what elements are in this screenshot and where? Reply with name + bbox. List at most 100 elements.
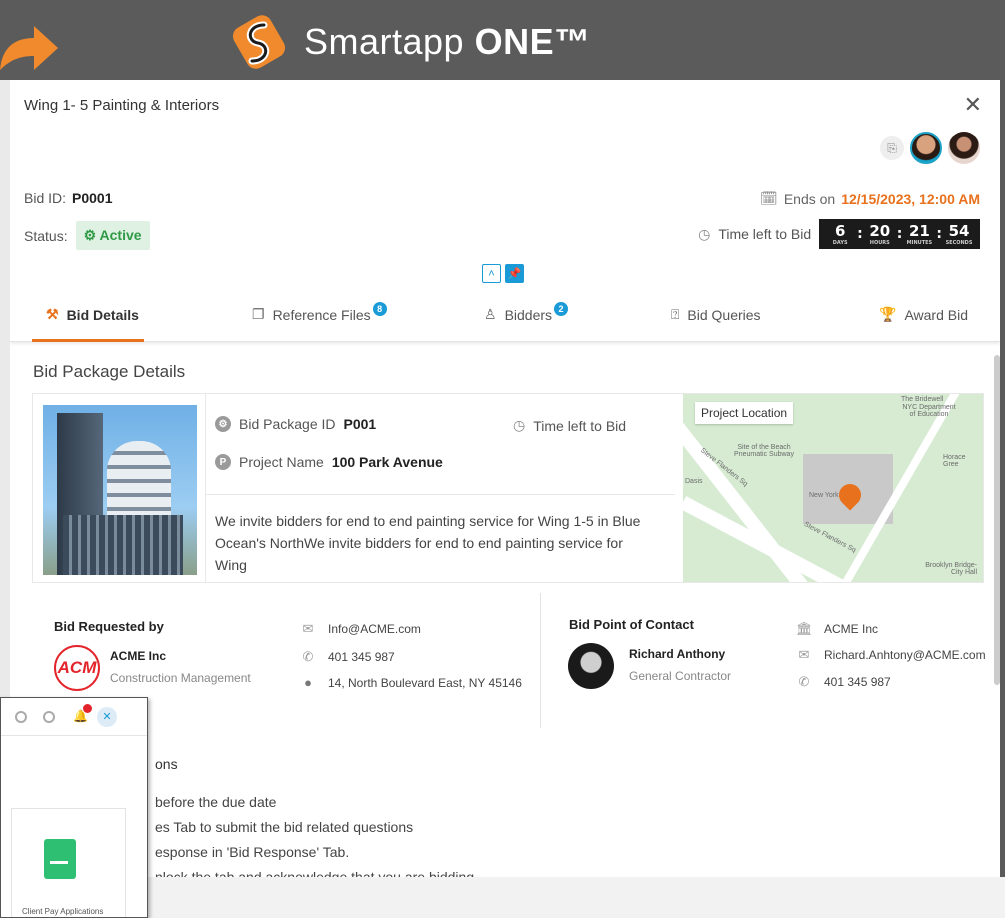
requested-by-heading: Bid Requested by	[54, 619, 164, 634]
company-logo: ACM	[54, 645, 100, 691]
tab-bid-queries[interactable]: ⍰ Bid Queries	[671, 306, 761, 323]
contact-name: Richard Anthony	[629, 647, 726, 661]
building-icon: 🏛	[796, 621, 813, 636]
map-text: Brooklyn Bridge-City Hall	[925, 562, 977, 576]
phone-icon: ✆	[302, 649, 314, 664]
app-card[interactable]: Client Pay Applications	[11, 808, 126, 917]
separator: :	[936, 226, 942, 242]
gears-icon: ⚙	[83, 227, 100, 243]
map-text: The Bridewell	[901, 396, 944, 403]
ends-on: 🗓 Ends on 12/15/2023, 12:00 AM	[760, 190, 980, 207]
panel-toolbar: 🔔 ✕	[1, 698, 147, 736]
countdown-seconds: 54 SECONDS	[944, 221, 974, 246]
package-time-left: ◷ Time left to Bid	[513, 417, 626, 434]
user-icon: ♙	[484, 306, 497, 322]
map-text: Dasis	[685, 478, 703, 485]
clock-icon: ◷	[698, 225, 711, 242]
instructions-heading: ons	[155, 756, 178, 772]
bid-id-value: P0001	[72, 190, 113, 206]
brand-name: Smartapp ONE™	[304, 21, 591, 63]
headset-icon[interactable]	[15, 711, 27, 723]
chevron-up-icon[interactable]: ˄	[482, 264, 501, 283]
section-title: Bid Package Details	[33, 362, 186, 381]
project-p-icon: P	[215, 454, 231, 470]
description-line: Ocean's NorthWe invite bidders for end t…	[215, 535, 623, 573]
hours-value: 20	[869, 221, 891, 240]
avatar[interactable]	[948, 132, 980, 164]
bid-parties: Bid Requested by ACM ACME Inc Constructi…	[32, 583, 986, 728]
share-icon[interactable]: ⎘	[880, 136, 904, 160]
modal-title: Wing 1- 5 Painting & Interiors	[24, 97, 220, 114]
phone-text: 401 345 987	[824, 675, 891, 689]
minutes-label: MINUTES	[906, 239, 933, 246]
top-banner: Smartapp ONE™	[0, 0, 1005, 80]
status-label: Status:	[24, 227, 68, 244]
contact-heading: Bid Point of Contact	[569, 617, 694, 632]
map-text: NYC Department of Education	[902, 404, 956, 418]
scrollbar[interactable]	[994, 355, 1000, 685]
address-text: 14, North Boulevard East, NY 45146	[328, 675, 522, 690]
app-card-label: Client Pay Applications	[22, 907, 104, 916]
avatar[interactable]	[910, 132, 942, 164]
tab-reference-files[interactable]: ❐ Reference Files 8	[252, 301, 387, 323]
contact-phone: ✆ 401 345 987	[796, 674, 891, 690]
question-icon: ⍰	[671, 306, 680, 322]
tab-bid-details[interactable]: ⚒ Bid Details	[46, 306, 139, 323]
tab-award-bid[interactable]: 🏆 Award Bid	[879, 306, 968, 323]
project-image	[43, 405, 197, 575]
days-label: DAYS	[832, 239, 848, 246]
close-icon[interactable]: ✕	[964, 92, 982, 118]
map-text: New York	[809, 492, 839, 499]
tools-icon[interactable]: ✕	[97, 707, 117, 727]
help-icon[interactable]	[43, 711, 55, 723]
countdown-days: 6 DAYS	[825, 221, 855, 246]
tab-label: Bid Details	[66, 306, 139, 323]
map-text: Steve Flanders Sq	[802, 520, 857, 555]
brand-name-regular: Smartapp	[304, 21, 465, 62]
location-icon: ●	[304, 675, 312, 690]
document-icon	[44, 839, 76, 879]
bid-id-label: Bid ID:	[24, 190, 67, 206]
bid-id: Bid ID: P0001	[24, 190, 113, 206]
tab-label: Reference Files	[272, 306, 371, 323]
tab-label: Award Bid	[904, 306, 968, 323]
seconds-value: 54	[948, 221, 970, 240]
tab-label: Bidders	[504, 306, 553, 323]
divider	[540, 593, 541, 728]
company-text: ACME Inc	[824, 622, 879, 636]
requester-email: ✉ Info@ACME.com	[300, 621, 421, 637]
participants: ⎘	[880, 132, 980, 164]
requester-company: ACME Inc	[110, 649, 167, 663]
pin-icon[interactable]: 📌	[505, 264, 524, 283]
email-text: Info@ACME.com	[328, 622, 421, 636]
package-id-label: Bid Package ID	[239, 416, 336, 432]
days-value: 6	[834, 221, 846, 240]
project-map[interactable]: Project Location The Bridewell NYC Depar…	[683, 394, 983, 582]
ends-label: Ends on	[783, 190, 836, 207]
instruction-line: before the due date	[155, 794, 277, 810]
separator: :	[896, 226, 903, 242]
contact-email: ✉ Richard.Anhtony@ACME.com	[796, 647, 986, 663]
tab-bidders[interactable]: ♙ Bidders 2	[484, 301, 569, 323]
count-badge: 2	[554, 301, 569, 316]
modal-footer	[0, 877, 1005, 918]
package-description: We invite bidders for end to end paintin…	[215, 510, 655, 576]
countdown-minutes: 21 MINUTES	[904, 222, 934, 246]
notification-dot	[83, 704, 92, 713]
email-text: Richard.Anhtony@ACME.com	[824, 648, 986, 662]
time-left-label: Time left to Bid	[533, 417, 627, 434]
phone-icon: ✆	[798, 674, 810, 689]
divider	[205, 394, 206, 582]
status: Status: ⚙ Active	[24, 221, 150, 250]
active-tab-indicator	[32, 339, 144, 342]
project-name: P Project Name 100 Park Avenue	[215, 454, 443, 470]
contact-role: General Contractor	[629, 669, 732, 683]
curved-arrow-icon	[0, 26, 58, 70]
tab-bar: ⚒ Bid Details ❐ Reference Files 8 ♙ Bidde…	[10, 292, 1000, 342]
countdown-hours: 20 HOURS	[865, 221, 895, 246]
package-id-value: P001	[343, 416, 377, 432]
countdown: 6 DAYS : 20 HOURS : 21 MINUTES : 54 SECONDS	[819, 219, 980, 249]
map-text: Site of the Beach Pneumatic Subway	[734, 444, 794, 458]
phone-text: 401 345 987	[328, 650, 395, 664]
header-controls: ˄ 📌	[482, 264, 524, 283]
